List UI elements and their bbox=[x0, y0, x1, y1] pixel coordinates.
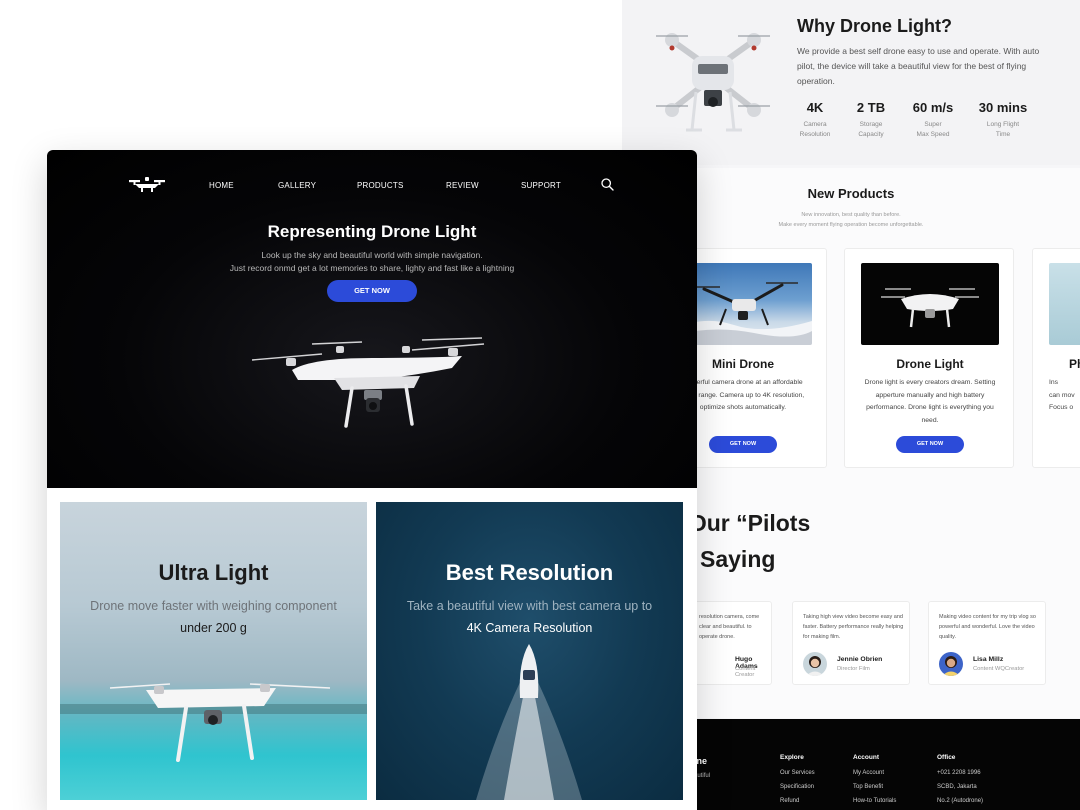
feature-card-ultra-light: Ultra Light Drone move faster with weigh… bbox=[60, 502, 367, 800]
feature-description: Take a beautiful view with best camera u… bbox=[400, 595, 659, 639]
testimonial-card: Taking high view video become easy and f… bbox=[792, 601, 910, 685]
nav-support[interactable]: SUPPORT bbox=[521, 181, 561, 190]
feature-card-best-resolution: Best Resolution Take a beautiful view wi… bbox=[376, 502, 683, 800]
product-card-drone-light[interactable]: Drone Light Drone light is every creator… bbox=[844, 248, 1014, 468]
footer-column-heading: Explore bbox=[780, 754, 804, 761]
get-now-button[interactable]: GET NOW bbox=[327, 280, 417, 302]
footer-office-item: SCBD, Jakarta bbox=[937, 784, 977, 790]
stat-storage: 2 TB Storage Capacity bbox=[853, 100, 889, 140]
footer-link[interactable]: My Account bbox=[853, 770, 896, 784]
footer-column-heading: Account bbox=[853, 754, 879, 761]
stat-label: Storage Capacity bbox=[858, 121, 884, 138]
product-image bbox=[1049, 263, 1080, 345]
product-image bbox=[861, 263, 999, 345]
stat-label: Camera Resolution bbox=[799, 121, 831, 138]
testimonial-quote: Taking high view video become easy and f… bbox=[803, 614, 904, 640]
stat-value: 30 mins bbox=[978, 100, 1028, 115]
testimonial-name: Lisa Millz bbox=[973, 656, 1004, 663]
feature-description-text: Take a beautiful view with best camera u… bbox=[406, 599, 653, 613]
stat-label: Long Flight Time bbox=[986, 121, 1020, 138]
product-description: Drone light is every creators dream. Set… bbox=[864, 379, 996, 424]
front-page: HOME GALLERY PRODUCTS REVIEW SUPPORT Rep… bbox=[47, 150, 697, 810]
hero-subtitle: Look up the sky and beautiful world with… bbox=[229, 250, 515, 273]
avatar bbox=[803, 652, 827, 676]
feature-highlight: under 200 g bbox=[180, 621, 247, 635]
footer-link[interactable]: Specification bbox=[780, 784, 815, 798]
testimonial-role: Content Creator bbox=[735, 666, 756, 678]
drone-photo bbox=[252, 337, 485, 428]
footer-office-item: +021 2208 1996 bbox=[937, 770, 981, 776]
search-icon[interactable] bbox=[601, 178, 614, 191]
footer-link[interactable]: Refund bbox=[780, 798, 815, 810]
stat-flight-time: 30 mins Long Flight Time bbox=[974, 100, 1032, 140]
get-now-button[interactable]: GET NOW bbox=[709, 436, 777, 453]
testimonial-quote: resolution camera, come clear and beauti… bbox=[699, 614, 760, 640]
get-now-button[interactable]: GET NOW bbox=[896, 436, 964, 453]
why-text: We provide a best self drone easy to use… bbox=[797, 46, 1040, 86]
feature-description: Drone move faster with weighing componen… bbox=[84, 595, 343, 639]
nav-review[interactable]: REVIEW bbox=[446, 181, 479, 190]
footer-link[interactable]: How-to Tutorials bbox=[853, 798, 896, 810]
footer-link[interactable]: Our Services bbox=[780, 770, 815, 784]
footer-column-explore: Explore Our Services Specification Refun… bbox=[780, 754, 815, 810]
footer-column-account: Account My Account Top Benefit How-to Tu… bbox=[853, 754, 896, 810]
nav-products[interactable]: PRODUCTS bbox=[357, 181, 404, 190]
drone-photo bbox=[656, 33, 770, 132]
footer-column-office: Office +021 2208 1996 SCBD, Jakarta No.2… bbox=[937, 754, 983, 810]
why-section: Why Drone Light? We provide a best self … bbox=[622, 0, 1080, 165]
feature-title: Ultra Light bbox=[158, 560, 269, 585]
feature-highlight: 4K Camera Resolution bbox=[466, 621, 593, 635]
product-description: Ins can mov Focus o bbox=[1049, 379, 1075, 411]
testimonial-quote: Making video content for my trip vlog so… bbox=[939, 614, 1036, 640]
hero-section: HOME GALLERY PRODUCTS REVIEW SUPPORT Rep… bbox=[47, 150, 697, 488]
avatar bbox=[939, 652, 963, 676]
stat-label: Super Max Speed bbox=[916, 121, 950, 138]
product-name: Ph bbox=[1069, 357, 1080, 371]
stat-value: 2 TB bbox=[856, 100, 886, 115]
product-name: Drone Light bbox=[896, 357, 964, 371]
stat-value: 60 m/s bbox=[912, 100, 954, 115]
why-title: Why Drone Light? bbox=[797, 16, 952, 36]
product-card-partial[interactable]: Ph Ins can mov Focus o bbox=[1032, 248, 1080, 468]
footer-link[interactable]: Top Benefit bbox=[853, 784, 896, 798]
stat-speed: 60 m/s Super Max Speed bbox=[907, 100, 959, 140]
stat-value: 4K bbox=[806, 100, 824, 115]
nav-home[interactable]: HOME bbox=[209, 181, 234, 190]
drone-logo-icon[interactable] bbox=[129, 177, 165, 193]
testimonial-role: Director Film bbox=[837, 666, 870, 672]
drone-photo bbox=[881, 288, 979, 328]
feature-description-text: Drone move faster with weighing componen… bbox=[90, 599, 337, 613]
testimonial-name: Jennie Obrien bbox=[837, 656, 883, 663]
nav-gallery[interactable]: GALLERY bbox=[278, 181, 316, 190]
footer-office-item: No.2 (Autodrone) bbox=[937, 798, 984, 804]
hero-title: Representing Drone Light bbox=[267, 222, 477, 241]
footer-column-heading: Office bbox=[937, 754, 956, 761]
boat-photo bbox=[476, 644, 582, 800]
drone-photo bbox=[60, 683, 367, 762]
testimonial-card: Making video content for my trip vlog so… bbox=[928, 601, 1046, 685]
stat-resolution: 4K Camera Resolution bbox=[798, 100, 832, 140]
feature-title: Best Resolution bbox=[445, 560, 614, 585]
testimonial-role: Content WQCreator bbox=[973, 666, 1025, 672]
